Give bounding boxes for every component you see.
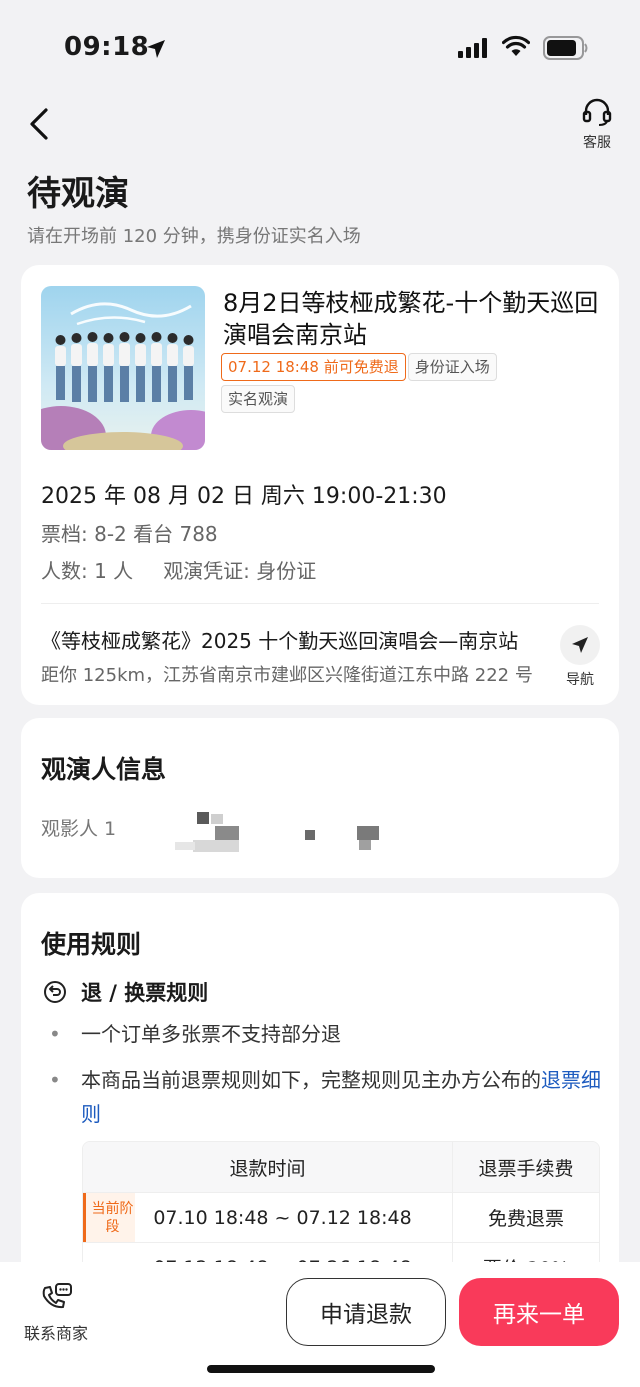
- contact-merchant-label: 联系商家: [23, 1324, 88, 1343]
- rule-bullet-text: 本商品当前退票规则如下，完整规则见主办方公布的退票细则: [81, 1063, 601, 1131]
- rule-bullet: • 一个订单多张票不支持部分退: [49, 1017, 601, 1051]
- request-refund-button[interactable]: 申请退款: [286, 1278, 446, 1346]
- refund-time-header: 退款时间: [83, 1142, 453, 1192]
- rule-bullet: • 本商品当前退票规则如下，完整规则见主办方公布的退票细则: [49, 1063, 601, 1131]
- ticket-quantity: 人数: 1 人: [41, 559, 134, 583]
- battery-icon: [543, 36, 588, 60]
- cellular-signal-icon: [458, 38, 487, 58]
- navigation-arrow-icon: [572, 637, 588, 653]
- viewer-name-redacted: [171, 812, 379, 857]
- phone-chat-icon: [42, 1283, 72, 1309]
- location-arrow-icon: [147, 40, 165, 58]
- home-indicator: [207, 1365, 435, 1373]
- page-title: 待观演: [27, 174, 129, 214]
- id-entry-tag: 身份证入场: [407, 353, 497, 381]
- event-datetime: 2025 年 08 月 02 日 周六 19:00-21:30: [41, 484, 447, 509]
- refund-time-text: 07.10 18:48 ~ 07.12 18:48: [153, 1206, 412, 1229]
- refund-return-icon: [44, 981, 66, 1003]
- chevron-left-icon: [30, 108, 48, 140]
- rules-section-title: 使用规则: [41, 930, 142, 959]
- contact-merchant-button[interactable]: 联系商家: [18, 1282, 94, 1344]
- status-time: 09:18: [64, 32, 150, 62]
- ticket-tier: 票档: 8-2 看台 788: [41, 522, 218, 546]
- refund-rules-heading: 退 / 换票规则: [43, 977, 208, 1007]
- refund-rules-label: 退 / 换票规则: [81, 981, 209, 1005]
- rule-text: 本商品当前退票规则如下，完整规则见主办方公布的: [81, 1068, 541, 1092]
- table-row: 当前阶段 07.10 18:48 ~ 07.12 18:48 免费退票: [83, 1192, 599, 1242]
- bottom-action-bar: 联系商家 申请退款 再来一单: [0, 1262, 640, 1387]
- navigation-label: 导航: [566, 672, 594, 688]
- event-title: 8月2日等枝桠成繁花-十个勤天巡回演唱会南京站: [223, 289, 599, 349]
- headset-icon: [582, 98, 612, 126]
- ticket-meta: 人数: 1 人 观演凭证: 身份证: [41, 555, 346, 584]
- refund-time-cell: 当前阶段 07.10 18:48 ~ 07.12 18:48: [83, 1192, 453, 1242]
- usage-rules-card: 使用规则 退 / 换票规则 • 一个订单多张票不支持部分退 • 本商品当前退票规…: [21, 893, 619, 1313]
- ticket-credential: 观演凭证: 身份证: [163, 559, 317, 583]
- viewer-info-card: 观演人信息 观影人 1: [21, 718, 619, 878]
- event-poster-image[interactable]: [41, 286, 205, 450]
- event-card: 8月2日等枝桠成繁花-十个勤天巡回演唱会南京站 07.12 18:48 前可免费…: [21, 265, 619, 705]
- refund-fee-cell: 免费退票: [453, 1192, 599, 1242]
- status-bar: 09:18: [0, 0, 640, 96]
- table-header-row: 退款时间 退票手续费: [83, 1142, 599, 1192]
- navigation-button[interactable]: 导航: [556, 625, 604, 689]
- wifi-icon: [502, 35, 530, 56]
- venue-address[interactable]: 距你 125km，江苏省南京市建邺区兴隆街道江东中路 222 号: [41, 661, 551, 687]
- event-tags: 07.12 18:48 前可免费退 身份证入场 实名观演: [221, 353, 581, 417]
- reorder-button[interactable]: 再来一单: [459, 1278, 619, 1346]
- customer-service-button[interactable]: 客服: [572, 98, 622, 154]
- page-subtitle: 请在开场前 120 分钟，携身份证实名入场: [27, 226, 361, 247]
- current-stage-badge: 当前阶段: [83, 1193, 135, 1242]
- rule-bullet-text: 一个订单多张票不支持部分退: [81, 1022, 341, 1046]
- refund-fee-header: 退票手续费: [453, 1142, 599, 1192]
- back-button[interactable]: [24, 104, 58, 144]
- viewer-label: 观影人 1: [41, 818, 117, 840]
- free-refund-tag: 07.12 18:48 前可免费退: [221, 353, 406, 381]
- viewer-section-title: 观演人信息: [41, 755, 167, 784]
- venue-name[interactable]: 《等枝桠成繁花》2025 十个勤天巡回演唱会—南京站: [41, 625, 551, 654]
- divider: [41, 603, 599, 604]
- real-name-tag: 实名观演: [221, 385, 296, 413]
- support-label: 客服: [583, 135, 611, 151]
